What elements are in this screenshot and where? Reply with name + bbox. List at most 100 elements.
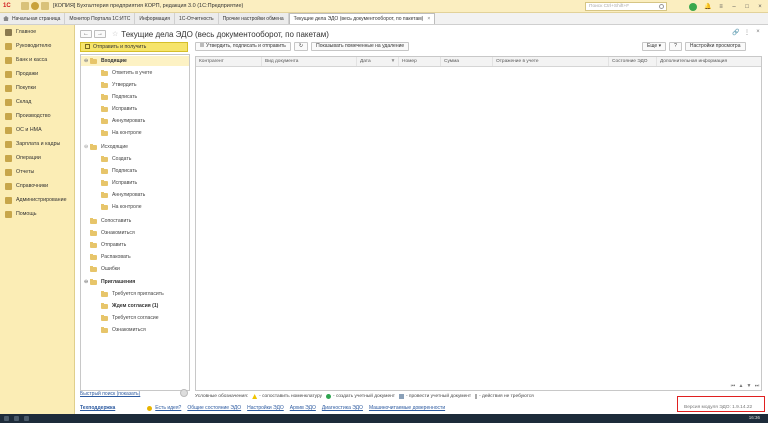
column-edo-state[interactable]: Состояние ЭДО (609, 57, 657, 66)
help-button[interactable]: ? (669, 42, 682, 51)
tree-item-label: Подписать (112, 94, 138, 100)
tree-item[interactable]: Ответить в учете (81, 68, 152, 78)
tab-its-monitor[interactable]: Монитор Портала 1С:ИТС (65, 13, 136, 24)
bell-icon[interactable]: 🔔 (703, 2, 713, 12)
section-purchases[interactable]: Покупки (0, 81, 74, 95)
column-number[interactable]: Номер (399, 57, 441, 66)
idea-link[interactable]: Есть идея? (155, 405, 181, 411)
edo-settings-link[interactable]: Настройки ЭДО (247, 405, 284, 411)
column-accounting[interactable]: Отражение в учете (493, 57, 609, 66)
tree-item[interactable]: ⊖ Исходящие (81, 142, 128, 152)
close-form-icon[interactable]: × (754, 29, 762, 36)
refresh-button[interactable]: ↻ (293, 42, 309, 51)
column-date[interactable]: Дата ▼ (357, 57, 399, 66)
more-button[interactable]: Еще ▾ (642, 42, 667, 51)
tree-item[interactable]: Ошибки (81, 264, 120, 274)
tree-item[interactable]: Требуется согласие (81, 313, 159, 323)
column-counterparty[interactable]: Контрагент (196, 57, 262, 66)
quick-search-link[interactable]: Быстрый поиск (показать) (80, 391, 140, 397)
section-fixed-assets[interactable]: ОС и НМА (0, 123, 74, 137)
section-director[interactable]: Руководителю (0, 39, 74, 53)
tree-item[interactable]: Требуется пригласить (81, 289, 164, 299)
tree-item[interactable]: Ознакомиться (81, 325, 146, 335)
section-reports[interactable]: Отчеты (0, 165, 74, 179)
approve-sign-send-button[interactable]: Утвердить, подписать и отправить (195, 42, 291, 51)
section-warehouse[interactable]: Склад (0, 95, 74, 109)
favorite-star-icon[interactable]: ☆ (112, 30, 118, 38)
menu-icon[interactable] (21, 2, 29, 10)
edo-diagnostics-link[interactable]: Диагностика ЭДО (322, 405, 363, 411)
tab-information[interactable]: Информация (135, 13, 175, 24)
tab-edo-current-tasks[interactable]: Текущие дела ЭДО (весь документооборот, … (288, 13, 436, 24)
settings-icon[interactable]: ≡ (716, 2, 726, 12)
section-administration[interactable]: Администрирование (0, 193, 74, 207)
favorites-icon[interactable] (41, 2, 49, 10)
link-icon[interactable]: 🔗 (732, 29, 740, 36)
folder-icon (101, 155, 108, 162)
tree-item[interactable]: Аннулировать (81, 190, 145, 200)
tech-support-link[interactable]: Техподдержка (80, 405, 115, 411)
taskbar-app-icon[interactable] (14, 416, 19, 421)
tree-item[interactable]: Ждем согласия (1) (81, 301, 158, 311)
tree-item[interactable]: Отправить (81, 240, 126, 250)
tree-item[interactable]: Исправить (81, 178, 137, 188)
edo-state-link[interactable]: Общие состояние ЭДО (187, 405, 241, 411)
maximize-icon[interactable]: □ (742, 2, 752, 12)
no-action-icon (475, 394, 478, 399)
section-payroll[interactable]: Зарплата и кадры (0, 137, 74, 151)
start-icon[interactable] (4, 416, 9, 421)
column-sum[interactable]: Сумма (441, 57, 493, 66)
documents-table[interactable]: Контрагент Вид документа Дата ▼ Номер Сум… (195, 56, 762, 391)
tree-item[interactable]: Ознакомиться (81, 228, 135, 238)
tree-item-label: Ответить в учете (112, 70, 153, 76)
document-tree[interactable]: ⊖ Входящие Ответить в учете Утвердить Подпис… (80, 54, 190, 391)
close-tab-icon[interactable]: × (427, 14, 430, 24)
more-menu-icon[interactable]: ⋮ (743, 29, 751, 36)
section-catalogs[interactable]: Справочники (0, 179, 74, 193)
scroll-up-icon[interactable]: ▲ (737, 383, 745, 390)
create-doc-icon (326, 394, 332, 399)
close-icon[interactable]: × (755, 2, 765, 12)
tree-item[interactable]: ⊖ Приглашения (81, 277, 135, 287)
notifications-icon[interactable] (689, 2, 697, 11)
tree-item[interactable]: Подписать (81, 92, 137, 102)
history-icon[interactable] (31, 2, 39, 10)
section-sales[interactable]: Продажи (0, 67, 74, 81)
section-production[interactable]: Производство (0, 109, 74, 123)
tab-home[interactable]: Начальная страница (0, 13, 66, 24)
show-deleted-button[interactable]: Показывать помеченные на удаление (311, 42, 410, 51)
tree-item[interactable]: На контроле (81, 202, 142, 212)
minimize-icon[interactable]: – (729, 2, 739, 12)
scroll-first-icon[interactable]: ⏮ (729, 383, 737, 390)
global-search-input[interactable]: Поиск Ctrl+Shift+F (585, 2, 667, 11)
scroll-down-icon[interactable]: ▼ (745, 383, 753, 390)
power-of-attorney-link[interactable]: Машиночитаемые доверенности (369, 405, 445, 411)
forward-button[interactable]: → (94, 30, 106, 38)
section-operations[interactable]: Операции (0, 151, 74, 165)
tree-item[interactable]: Сопоставить (81, 216, 131, 226)
section-help[interactable]: Помощь (0, 207, 74, 221)
tree-item[interactable]: На контроле (81, 128, 142, 138)
tree-item-label: Требуется пригласить (112, 291, 164, 297)
taskbar-app-icon[interactable] (24, 416, 29, 421)
tree-item[interactable]: Исправить (81, 104, 137, 114)
tree-item[interactable]: Распаковать (81, 252, 131, 262)
view-settings-button[interactable]: Настройки просмотра (684, 42, 746, 51)
scroll-last-icon[interactable]: ⏭ (753, 383, 761, 390)
tree-item-label: Сопоставить (101, 218, 132, 224)
send-receive-button[interactable]: Отправить и получить (80, 42, 188, 52)
back-button[interactable]: ← (80, 30, 92, 38)
section-main[interactable]: Главное (0, 25, 74, 39)
gear-icon[interactable] (180, 389, 188, 397)
column-additional-info[interactable]: Дополнительная информация (657, 57, 761, 66)
tab-exchange-settings[interactable]: Прочие настройки обмена (218, 13, 289, 24)
tree-item[interactable]: Утвердить (81, 80, 137, 90)
tab-reporting[interactable]: 1С-Отчетность (174, 13, 219, 24)
tree-item[interactable]: ⊖ Входящие (81, 56, 189, 66)
column-doc-type[interactable]: Вид документа (262, 57, 357, 66)
edo-archive-link[interactable]: Архив ЭДО (290, 405, 316, 411)
tree-item[interactable]: Подписать (81, 166, 137, 176)
tree-item[interactable]: Аннулировать (81, 116, 145, 126)
section-bank-cash[interactable]: Банк и касса (0, 53, 74, 67)
tree-item[interactable]: Создать (81, 154, 131, 164)
